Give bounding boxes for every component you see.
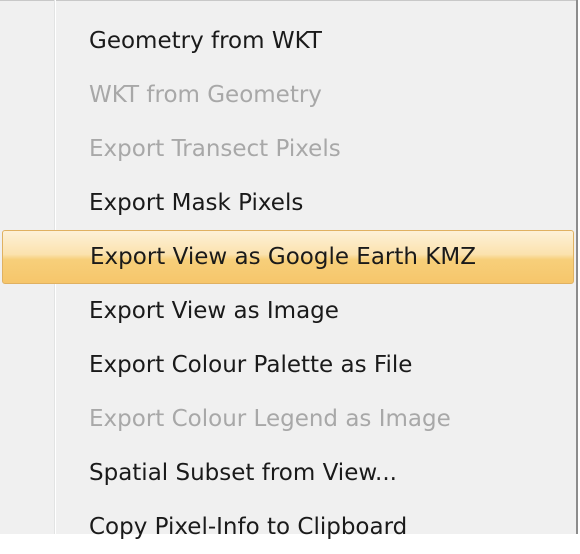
menu-item-export-colour-legend: Export Colour Legend as Image [89,406,451,432]
menu-item-export-mask-pixels[interactable]: Export Mask Pixels [0,176,576,230]
menu-item-export-view-image[interactable]: Export View as Image [0,284,576,338]
menu-item-geometry-from-wkt[interactable]: Geometry from WKT [0,14,576,68]
menu-items: Geometry from WKT WKT from Geometry Expo… [0,14,576,554]
context-menu: Geometry from WKT WKT from Geometry Expo… [0,0,578,540]
menu-item-export-colour-palette[interactable]: Export Colour Palette as File [0,338,576,392]
menu-item-spatial-subset[interactable]: Spatial Subset from View... [0,446,576,500]
menu-item-copy-pixel-info[interactable]: Copy Pixel-Info to Clipboard [0,500,576,554]
menu-item-export-view-kmz[interactable]: Export View as Google Earth KMZ [2,230,574,284]
menu-item-wkt-from-geometry: WKT from Geometry [89,82,322,108]
menu-item-export-transect-pixels: Export Transect Pixels [89,136,341,162]
